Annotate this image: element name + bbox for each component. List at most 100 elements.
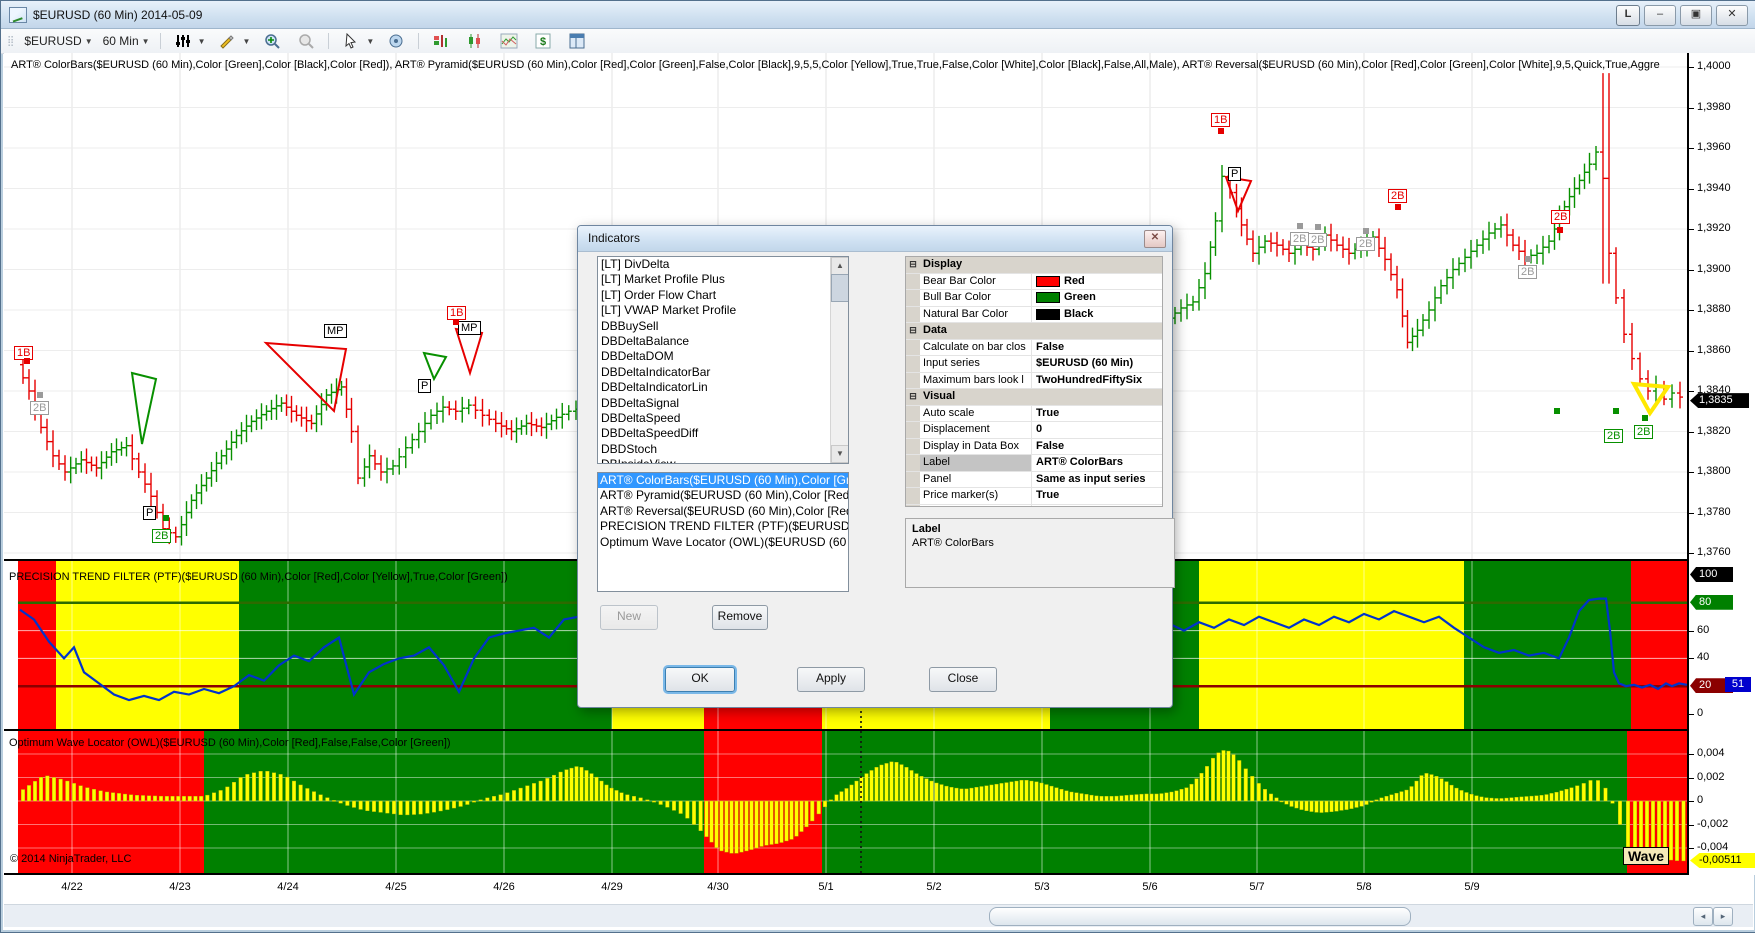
close-button[interactable]: ✕ [1716,5,1748,26]
zoom-out-button[interactable] [289,31,323,51]
remove-button[interactable]: Remove [712,605,768,630]
available-indicator-item[interactable]: [LT] VWAP Market Profile [598,303,848,318]
available-indicator-item[interactable]: DBDeltaSpeed [598,411,848,426]
property-value[interactable]: Green [1032,290,1162,306]
property-row[interactable]: Bear Bar ColorRed [906,274,1162,291]
configured-indicator-item[interactable]: Optimum Wave Locator (OWL)($EURUSD (60 M… [598,535,848,550]
property-row[interactable]: Bull Bar ColorGreen [906,290,1162,307]
available-indicator-item[interactable]: DBDeltaBalance [598,334,848,349]
scroll-up-icon[interactable]: ▲ [831,257,849,275]
cursor-tool-button[interactable]: ▼ [334,31,379,51]
available-indicators-list[interactable]: ▲ ▼ [LT] DivDelta[LT] Market Profile Plu… [597,256,849,464]
panel-separator[interactable] [4,729,1687,731]
owl-pane[interactable]: Optimum Wave Locator (OWL)($EURUSD (60 M… [4,731,1687,873]
minimize-button[interactable]: – [1644,5,1676,26]
new-button[interactable]: New [600,605,658,630]
apply-button[interactable]: Apply [797,667,865,692]
dialog-close-button[interactable]: Close [929,667,997,692]
property-value[interactable]: False [1032,340,1162,356]
property-row[interactable]: PanelSame as input series [906,472,1162,489]
ok-button[interactable]: OK [665,667,735,692]
property-row[interactable]: Calculate on bar closFalse [906,340,1162,357]
property-row[interactable]: Scale justificationRight [906,505,1162,508]
property-value[interactable]: Red [1032,274,1162,290]
title-bar[interactable]: $EURUSD (60 Min) 2014-05-09 L – ▣ ✕ [1,1,1755,29]
scrollbar-thumb[interactable] [989,907,1411,926]
time-axis[interactable]: 4/224/234/244/254/264/294/305/15/25/35/6… [4,875,1687,899]
list-scrollbar-thumb[interactable] [831,274,849,302]
signal-dot [1363,228,1369,234]
dialog-close-icon[interactable]: ✕ [1144,230,1166,248]
zoom-in-button[interactable] [255,31,289,51]
drawing-tools-button[interactable]: ▼ [210,31,255,51]
color-swatch [1036,309,1060,320]
property-value[interactable]: 0 [1032,422,1162,438]
scroll-right-button[interactable]: ▸ [1713,907,1733,926]
configured-indicator-item[interactable]: ART® ColorBars($EURUSD (60 Min),Color [G… [598,473,848,488]
property-value[interactable]: ART® ColorBars [1032,455,1162,471]
property-row[interactable]: Price marker(s)True [906,488,1162,505]
data-grid-button[interactable] [560,31,594,51]
available-indicator-item[interactable]: [LT] Order Flow Chart [598,288,848,303]
restore-button[interactable]: ▣ [1680,5,1712,26]
indicators-button[interactable]: ▼ [166,31,211,51]
scroll-left-button[interactable]: ◂ [1693,907,1713,926]
configured-indicator-item[interactable]: ART® Reversal($EURUSD (60 Min),Color [Re… [598,504,848,519]
scroll-down-icon[interactable]: ▼ [831,445,849,463]
property-row[interactable]: ⊟Data [906,323,1162,340]
interval-selector[interactable]: 60 Min ▼ [98,32,155,50]
price-marker: -0,00511 [1690,853,1755,868]
property-row[interactable]: Input series$EURUSD (60 Min) [906,356,1162,373]
property-value[interactable]: Same as input series [1032,472,1162,488]
market-analyzer-button[interactable] [424,31,458,51]
trade-marker-mp: MP [324,324,347,338]
available-indicator-item[interactable]: [LT] DivDelta [598,257,848,272]
property-value[interactable]: Right [1032,505,1162,508]
property-value[interactable]: True [1032,406,1162,422]
property-value[interactable]: $EURUSD (60 Min) [1032,356,1162,372]
date-tick: 5/8 [1356,881,1371,893]
list-scrollbar[interactable]: ▲ ▼ [830,257,848,463]
indicator-property-grid[interactable]: ⊟DisplayBear Bar ColorRedBull Bar ColorG… [905,256,1163,507]
price-tick: 1,3920 [1697,222,1731,234]
property-description-title: Label [912,523,1168,535]
available-indicator-item[interactable]: DBDeltaIndicatorLin [598,380,848,395]
property-row[interactable]: ⊟Display [906,257,1162,274]
available-indicator-item[interactable]: DBDeltaIndicatorBar [598,365,848,380]
available-indicator-item[interactable]: DBDeltaSpeedDiff [598,426,848,441]
dialog-title-bar[interactable]: Indicators ✕ [578,226,1172,252]
instrument-selector[interactable]: $EURUSD ▼ [19,32,97,50]
property-row[interactable]: ⊟Visual [906,389,1162,406]
property-row[interactable]: Natural Bar ColorBlack [906,307,1162,324]
available-indicator-item[interactable]: DBBuySell [598,319,848,334]
property-row[interactable]: Maximum bars look lTwoHundredFiftySix [906,373,1162,390]
mini-chart-button[interactable] [492,31,526,51]
app-icon [9,7,27,23]
property-value[interactable]: True [1032,488,1162,504]
property-row[interactable]: Displacement0 [906,422,1162,439]
property-label: Natural Bar Color [920,307,1032,323]
property-value[interactable]: False [1032,439,1162,455]
property-row[interactable]: Display in Data BoxFalse [906,439,1162,456]
horizontal-scrollbar[interactable]: ◂ ▸ [4,904,1753,927]
crosshair-button[interactable] [379,31,413,51]
available-indicator-item[interactable]: DBInsideView [598,457,848,464]
available-indicator-item[interactable]: [LT] Market Profile Plus [598,272,848,287]
account-button[interactable]: $ [526,31,560,51]
property-value[interactable]: Black [1032,307,1162,323]
property-row[interactable]: Auto scaleTrue [906,406,1162,423]
chart-style-button[interactable] [458,31,492,51]
available-indicator-item[interactable]: DBDStoch [598,442,848,457]
configured-indicator-item[interactable]: ART® Pyramid($EURUSD (60 Min),Color [Red… [598,488,848,503]
available-indicator-item[interactable]: DBDeltaDOM [598,349,848,364]
link-button[interactable]: L [1616,5,1640,26]
property-row[interactable]: LabelART® ColorBars [906,455,1162,472]
toolbar-grip[interactable]: ⣿ [7,36,13,47]
chart-area[interactable]: ART® ColorBars($EURUSD (60 Min),Color [G… [4,53,1753,929]
available-indicator-item[interactable]: DBDeltaSignal [598,396,848,411]
configured-indicator-item[interactable]: PRECISION TREND FILTER (PTF)($EURUSD (60 [598,519,848,534]
configured-indicators-list[interactable]: ART® ColorBars($EURUSD (60 Min),Color [G… [597,472,849,592]
chevron-down-icon: ▼ [366,37,374,46]
property-value[interactable]: TwoHundredFiftySix [1032,373,1162,389]
price-axis[interactable]: 1,40001,39801,39601,39401,39201,39001,38… [1687,53,1755,875]
